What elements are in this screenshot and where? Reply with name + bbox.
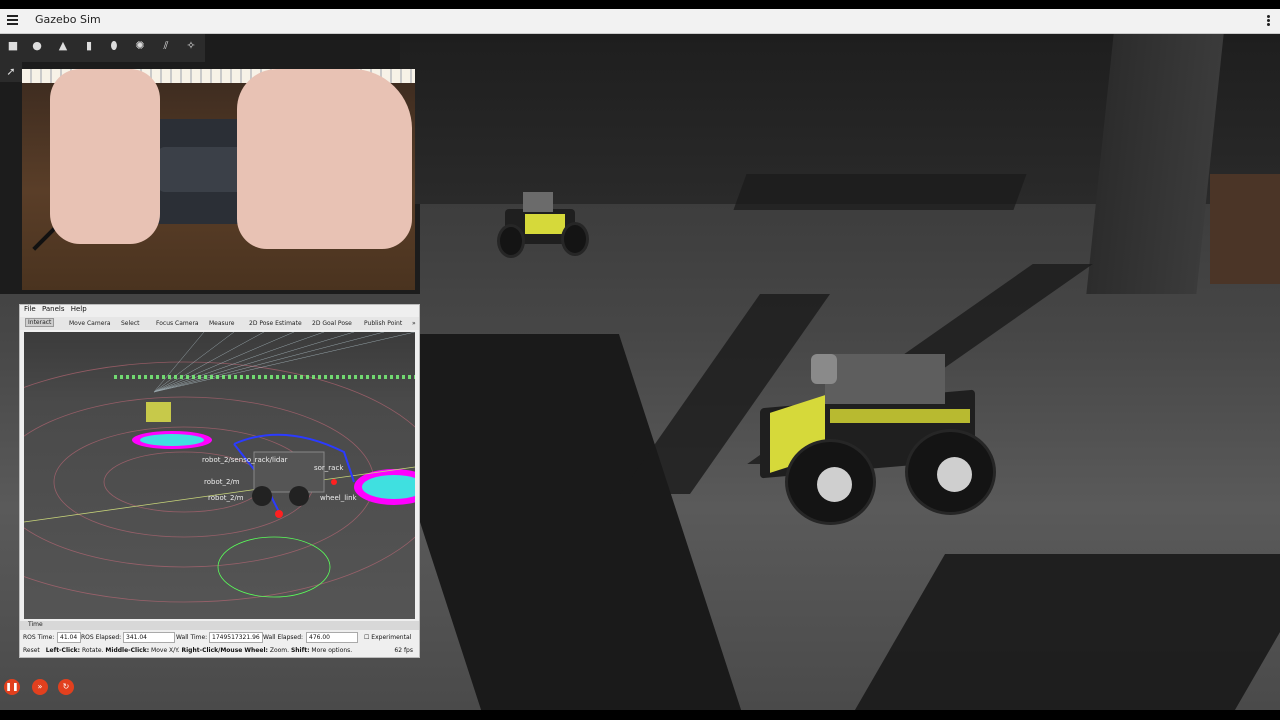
time-panel-header: Time: [20, 621, 419, 630]
sphere-icon[interactable]: ●: [31, 40, 43, 52]
rviz-scene-svg: robot_2/senso_rack/lidar sor_rack robot_…: [24, 332, 415, 603]
tool-publish-point[interactable]: Publish Point: [364, 320, 402, 327]
ros-elapsed-label: ROS Elapsed:: [81, 634, 122, 641]
time-panel-title: Time: [28, 621, 43, 628]
ros-time-label: ROS Time:: [23, 634, 55, 641]
ros-time-field[interactable]: 41.04: [57, 632, 81, 643]
help-right-key: Right-Click/Mouse Wheel:: [181, 647, 268, 654]
wall-time-field[interactable]: 1749517321.96: [209, 632, 263, 643]
pause-icon[interactable]: ❚❚: [4, 679, 20, 695]
floor-shadow: [733, 174, 1027, 210]
rviz-menubar: File Panels Help: [20, 305, 419, 316]
tool-interact[interactable]: Interact: [25, 318, 55, 327]
rviz-3d-viewport[interactable]: robot_2/senso_rack/lidar sor_rack robot_…: [24, 332, 415, 619]
fast-forward-icon[interactable]: »: [32, 679, 48, 695]
select-arrow-icon[interactable]: ➚: [5, 66, 17, 78]
help-left-key: Left-Click:: [45, 647, 81, 654]
app-title: Gazebo Sim: [35, 13, 101, 26]
experimental-label: Experimental: [371, 634, 412, 641]
right-hand: [237, 69, 412, 249]
label-sensor-link: robot_2/senso_rack/lidar: [202, 456, 288, 464]
tool-focus-camera[interactable]: Focus Camera: [156, 320, 199, 327]
tool-select[interactable]: Select: [121, 320, 140, 327]
wall-elapsed-field[interactable]: 476.00: [306, 632, 358, 643]
experimental-checkbox[interactable]: ☐ Experimental: [364, 634, 411, 641]
title-bar: Gazebo Sim: [0, 9, 1280, 34]
help-shift-key: Shift:: [290, 647, 310, 654]
crate: [1210, 174, 1280, 284]
shape-toolbar: ■ ● ▲ ▮ ⬮ ✺ ⫽ ✧: [0, 34, 205, 62]
floor-shadow: [854, 554, 1280, 710]
cylinder-icon[interactable]: ▮: [83, 40, 95, 52]
label-wheel-link: wheel_link: [320, 494, 358, 502]
toolbar-overflow[interactable]: »: [412, 320, 416, 327]
robot-far[interactable]: [495, 184, 590, 264]
menu-help[interactable]: Help: [71, 305, 87, 313]
bottom-bar: [0, 710, 1280, 720]
box-icon[interactable]: ■: [7, 40, 19, 52]
label-sensor-rack: sor_rack: [314, 464, 344, 472]
directional-light-icon[interactable]: ⫽: [160, 40, 172, 52]
webcam-overlay: [22, 69, 415, 290]
reset-button[interactable]: Reset: [23, 647, 40, 654]
rviz-window: File Panels Help Interact Move Camera Se…: [19, 304, 420, 658]
label-wheel-b: robot_2/m: [208, 494, 244, 502]
tool-2d-goal-pose[interactable]: 2D Goal Pose: [312, 320, 352, 327]
help-shift-desc: More options.: [311, 647, 353, 654]
fps-counter: 62 fps: [394, 647, 413, 654]
wall-elapsed-label: Wall Elapsed:: [263, 634, 304, 641]
robot-near[interactable]: [745, 349, 1005, 529]
rviz-status-bar: Reset Left-Click: Rotate. Middle-Click: …: [20, 645, 419, 656]
point-light-icon[interactable]: ✧: [185, 40, 197, 52]
capsule-icon[interactable]: ⬮: [108, 40, 120, 52]
help-middle-desc: Move X/Y.: [151, 647, 180, 654]
wall-time-label: Wall Time:: [176, 634, 208, 641]
help-right-desc: Zoom.: [269, 647, 290, 654]
left-hand: [50, 69, 160, 244]
time-panel: ROS Time: 41.04 ROS Elapsed: 341.04 Wall…: [20, 632, 419, 643]
select-toolbar: ➚: [0, 62, 22, 82]
tool-2d-pose-estimate[interactable]: 2D Pose Estimate: [249, 320, 302, 327]
sun-icon[interactable]: ✺: [134, 40, 146, 52]
tool-move-camera[interactable]: Move Camera: [69, 320, 111, 327]
step-icon[interactable]: ↻: [58, 679, 74, 695]
rviz-toolbar: Interact Move Camera Select Focus Camera…: [20, 317, 419, 330]
tool-measure[interactable]: Measure: [209, 320, 235, 327]
gazebo-window: Gazebo Sim ■ ● ▲ ▮ ⬮ ✺ ⫽ ✧ ➚ File Panels…: [0, 0, 1280, 720]
cone-icon[interactable]: ▲: [57, 40, 69, 52]
more-options-icon[interactable]: [1267, 15, 1270, 27]
menu-panels[interactable]: Panels: [42, 305, 65, 313]
ros-elapsed-field[interactable]: 341.04: [123, 632, 175, 643]
menu-file[interactable]: File: [24, 305, 36, 313]
menu-icon[interactable]: [7, 15, 18, 27]
help-left-desc: Rotate.: [81, 647, 104, 654]
help-middle-key: Middle-Click:: [105, 647, 150, 654]
label-wheel-a: robot_2/m: [204, 478, 240, 486]
